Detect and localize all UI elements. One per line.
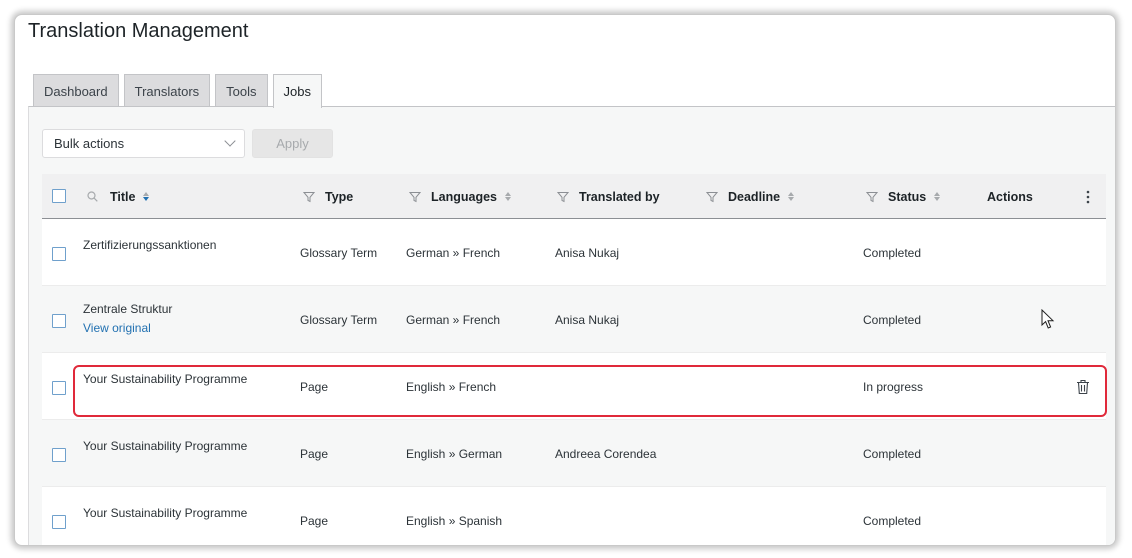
row-checkbox[interactable]: [52, 381, 66, 395]
bulk-actions-select[interactable]: Bulk actions: [42, 129, 245, 158]
row-type: Glossary Term: [300, 245, 378, 260]
apply-button[interactable]: Apply: [252, 129, 333, 158]
column-actions-label: Actions: [987, 189, 1033, 204]
column-languages-label: Languages: [431, 189, 497, 204]
row-status: Completed: [863, 446, 922, 461]
row-type: Page: [300, 379, 329, 394]
search-icon[interactable]: [87, 191, 98, 202]
table-row[interactable]: Your Sustainability Programme Page Engli…: [42, 487, 1106, 545]
column-deadline-label: Deadline: [728, 189, 781, 204]
column-type-label: Type: [325, 189, 354, 204]
jobs-table: Title Type Languages Translated by Deadl…: [42, 174, 1106, 545]
table-row[interactable]: Your Sustainability Programme Page Engli…: [42, 353, 1106, 420]
page-title: Translation Management: [28, 20, 249, 42]
row-status: Completed: [863, 245, 922, 260]
row-type: Glossary Term: [300, 312, 378, 327]
row-status: Completed: [863, 513, 922, 528]
row-type: Page: [300, 513, 329, 528]
tab-translators[interactable]: Translators: [123, 74, 211, 107]
row-status: In progress: [863, 379, 924, 394]
row-languages: English » German: [406, 446, 503, 461]
bulk-actions-label: Bulk actions: [54, 136, 125, 151]
column-type[interactable]: Type: [303, 174, 353, 219]
column-translated-by[interactable]: Translated by: [557, 174, 660, 219]
chevron-down-icon: [224, 135, 236, 147]
filter-icon[interactable]: [706, 191, 718, 203]
row-languages: English » French: [406, 379, 497, 394]
column-translated-by-label: Translated by: [579, 189, 660, 204]
column-status[interactable]: Status: [866, 174, 941, 219]
row-title: Your Sustainability Programme: [83, 439, 248, 453]
sort-icon[interactable]: [143, 192, 150, 201]
sort-icon[interactable]: [934, 192, 941, 201]
table-row[interactable]: Zentrale Struktur View original Glossary…: [42, 286, 1106, 353]
row-checkbox[interactable]: [52, 247, 66, 261]
table-row[interactable]: Zertifizierungssanktionen Glossary Term …: [42, 219, 1106, 286]
tab-tools[interactable]: Tools: [215, 74, 268, 107]
delete-button[interactable]: [1076, 353, 1090, 420]
app-window: Translation Management Dashboard Transla…: [14, 14, 1116, 546]
sort-icon[interactable]: [505, 192, 511, 201]
column-actions: Actions: [987, 174, 1033, 219]
column-status-label: Status: [888, 189, 927, 204]
tab-dashboard[interactable]: Dashboard: [33, 74, 119, 107]
column-title[interactable]: Title: [87, 174, 150, 219]
filter-icon[interactable]: [409, 191, 421, 203]
row-title: Zertifizierungssanktionen: [83, 238, 217, 252]
filter-icon[interactable]: [866, 191, 878, 203]
row-checkbox[interactable]: [52, 448, 66, 462]
column-title-label: Title: [110, 189, 136, 204]
column-deadline[interactable]: Deadline: [706, 174, 795, 219]
view-original-link[interactable]: View original: [83, 321, 172, 335]
row-checkbox[interactable]: [52, 314, 66, 328]
row-translated-by: Anisa Nukaj: [555, 312, 620, 327]
trash-icon[interactable]: [1076, 379, 1090, 395]
column-options-button[interactable]: [1086, 174, 1090, 219]
row-checkbox[interactable]: [52, 515, 66, 529]
filter-icon[interactable]: [303, 191, 315, 203]
row-type: Page: [300, 446, 329, 461]
row-languages: German » French: [406, 312, 501, 327]
table-row[interactable]: Your Sustainability Programme Page Engli…: [42, 420, 1106, 487]
row-translated-by: Anisa Nukaj: [555, 245, 620, 260]
mouse-cursor-icon: [1041, 309, 1055, 329]
select-all-checkbox[interactable]: [52, 189, 66, 203]
row-languages: German » French: [406, 245, 501, 260]
row-status: Completed: [863, 312, 922, 327]
row-title: Your Sustainability Programme: [83, 372, 248, 386]
row-title: Zentrale Struktur: [83, 302, 173, 316]
row-translated-by: Andreea Corendea: [555, 446, 657, 461]
row-languages: English » Spanish: [406, 513, 503, 528]
column-languages[interactable]: Languages: [409, 174, 511, 219]
filter-icon[interactable]: [557, 191, 569, 203]
row-title: Your Sustainability Programme: [83, 506, 248, 520]
kebab-menu-icon[interactable]: [1086, 190, 1090, 204]
sort-icon[interactable]: [788, 192, 795, 201]
table-header: Title Type Languages Translated by Deadl…: [42, 174, 1106, 219]
tab-jobs[interactable]: Jobs: [272, 74, 322, 108]
jobs-panel: Bulk actions Apply Title Type Languages: [28, 106, 1115, 545]
tab-bar: Dashboard Translators Tools Jobs: [33, 74, 322, 108]
